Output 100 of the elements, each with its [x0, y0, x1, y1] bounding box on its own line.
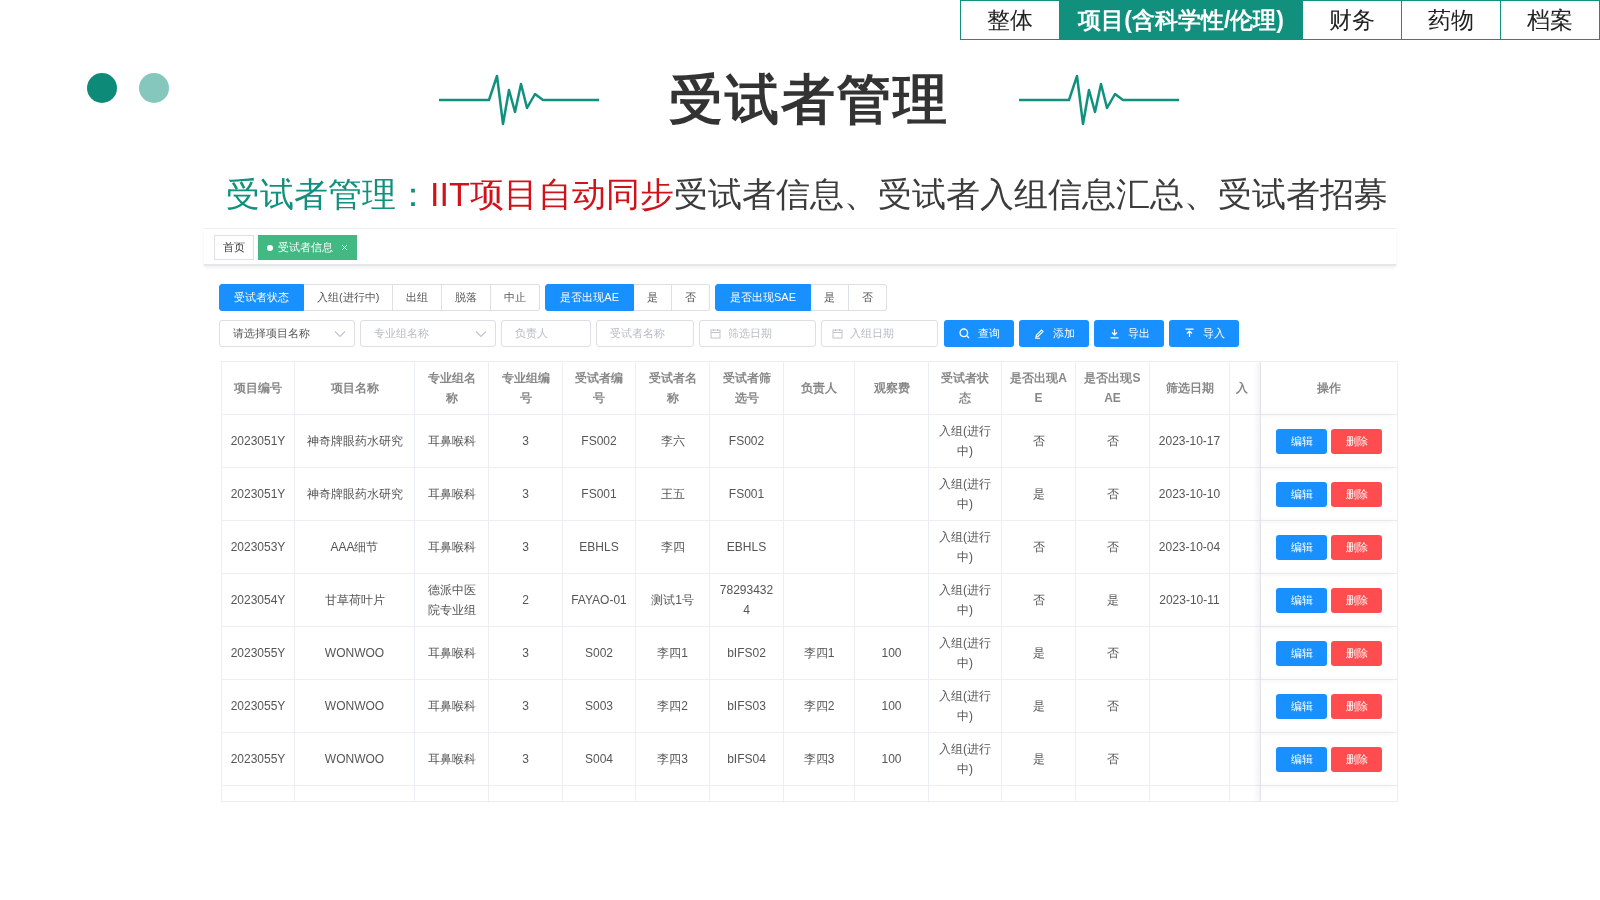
table-cell: FS002	[710, 415, 784, 468]
filter-label[interactable]: 是否出现AE	[545, 284, 634, 311]
select-field[interactable]: 请选择项目名称	[219, 320, 355, 347]
delete-button[interactable]: 删除	[1331, 481, 1382, 507]
table-cell: 德派中医院专业组	[415, 574, 489, 627]
nav-tab[interactable]: 档案	[1501, 0, 1600, 40]
table-cell: FS001	[563, 468, 636, 521]
column-header: 项目编号	[222, 362, 295, 415]
table-cell: WONWOO	[295, 627, 415, 680]
table-cell: 入组(进行中)	[929, 733, 1002, 786]
table-cell: 否	[1076, 733, 1150, 786]
table-cell: 2023-10-04	[1150, 521, 1230, 574]
search-icon	[958, 328, 970, 339]
filter-option[interactable]: 入组(进行中)	[304, 284, 394, 311]
table-cell: 3	[489, 415, 563, 468]
filter-option[interactable]: 否	[672, 284, 710, 311]
table-cell: bIFS03	[710, 680, 784, 733]
nav-tab[interactable]: 药物	[1402, 0, 1501, 40]
filter-label[interactable]: 是否出现SAE	[715, 284, 812, 311]
table-cell: 甘草荷叶片	[295, 574, 415, 627]
edit-button[interactable]: 编辑	[1276, 746, 1327, 772]
page-tab[interactable]: 首页	[214, 235, 254, 260]
chevron-down-icon	[475, 329, 487, 338]
table-cell: 耳鼻喉科	[415, 733, 489, 786]
filter-label[interactable]: 受试者状态	[219, 284, 304, 311]
filter-option[interactable]: 出组	[393, 284, 443, 311]
table-cell: FAYAO-01	[563, 574, 636, 627]
filter-option[interactable]: 否	[849, 284, 888, 311]
filter-option[interactable]: 是	[811, 284, 850, 311]
table-cell: 否	[1076, 680, 1150, 733]
table-cell: 是	[1076, 574, 1150, 627]
add-button[interactable]: 添加	[1019, 320, 1089, 347]
edit-button[interactable]: 编辑	[1276, 587, 1327, 613]
table-cell: 入组(进行中)	[929, 468, 1002, 521]
table-cell: 2023051Y	[222, 415, 295, 468]
upload-icon	[1183, 328, 1195, 339]
table-cell: 2023054Y	[222, 574, 295, 627]
table-cell: 入组(进行中)	[929, 415, 1002, 468]
edit-button[interactable]: 编辑	[1276, 534, 1327, 560]
table-cell: 是	[1002, 468, 1076, 521]
select-field[interactable]: 专业组名称	[360, 320, 496, 347]
input-field[interactable]: 负责人	[501, 320, 591, 347]
dot-icon	[87, 73, 117, 103]
import-button[interactable]: 导入	[1169, 320, 1239, 347]
table-cell: 测试1号	[636, 574, 710, 627]
slide-title: 受试者管理	[669, 67, 949, 131]
delete-button[interactable]: 删除	[1331, 428, 1382, 454]
delete-button[interactable]: 删除	[1331, 746, 1382, 772]
table-cell: WONWOO	[295, 680, 415, 733]
date-field[interactable]: 筛选日期	[699, 320, 816, 347]
table-cell: 100	[855, 733, 929, 786]
column-header: 操作	[1261, 362, 1398, 415]
column-header: 是否出现SAE	[1076, 362, 1150, 415]
table-cell: 耳鼻喉科	[415, 415, 489, 468]
filter-option[interactable]: 是	[634, 284, 672, 311]
delete-button[interactable]: 删除	[1331, 534, 1382, 560]
table-cell: 是	[1002, 627, 1076, 680]
nav-tab[interactable]: 财务	[1303, 0, 1402, 40]
column-header: 入	[1230, 362, 1261, 415]
delete-button[interactable]: 删除	[1331, 587, 1382, 613]
input-field[interactable]: 受试者名称	[596, 320, 694, 347]
table-cell: EBHLS	[710, 521, 784, 574]
delete-button[interactable]: 删除	[1331, 640, 1382, 666]
table-cell: 2023-10-17	[1150, 415, 1230, 468]
date-field[interactable]: 入组日期	[821, 320, 938, 347]
pencil-icon	[1033, 328, 1045, 339]
nav-tab[interactable]: 整体	[960, 0, 1061, 40]
edit-button[interactable]: 编辑	[1276, 481, 1327, 507]
edit-button[interactable]: 编辑	[1276, 428, 1327, 454]
table-cell: S003	[563, 680, 636, 733]
chevron-down-icon	[334, 329, 346, 338]
export-button[interactable]: 导出	[1094, 320, 1164, 347]
filter-option[interactable]: 中止	[491, 284, 541, 311]
table-cell: 李六	[636, 415, 710, 468]
search-button[interactable]: 查询	[944, 320, 1014, 347]
page-tab[interactable]: 受试者信息	[258, 235, 357, 260]
table-cell: S002	[563, 627, 636, 680]
table-cell: 李四3	[784, 733, 855, 786]
table-cell: 是	[1002, 680, 1076, 733]
table-cell: 2023055Y	[222, 733, 295, 786]
filter-option[interactable]: 脱落	[442, 284, 492, 311]
table-cell: 3	[489, 680, 563, 733]
close-icon[interactable]	[341, 244, 348, 251]
table-cell: 3	[489, 627, 563, 680]
table-cell: 神奇牌眼药水研究	[295, 415, 415, 468]
table-cell: 3	[489, 733, 563, 786]
column-header: 专业组名称	[415, 362, 489, 415]
slide-subtitle: 受试者管理：IIT项目自动同步受试者信息、受试者入组信息汇总、受试者招募	[226, 174, 1389, 215]
table-cell: WONWOO	[295, 733, 415, 786]
nav-tab[interactable]: 项目(含科学性/伦理)	[1060, 0, 1303, 40]
delete-button[interactable]: 删除	[1331, 693, 1382, 719]
table-cell: 李四3	[636, 733, 710, 786]
table-cell: 入组(进行中)	[929, 680, 1002, 733]
edit-button[interactable]: 编辑	[1276, 693, 1327, 719]
table-cell: 2023-10-10	[1150, 468, 1230, 521]
table-cell: 李四1	[636, 627, 710, 680]
table-cell: 入组(进行中)	[929, 521, 1002, 574]
column-header: 受试者状态	[929, 362, 1002, 415]
table-cell	[1230, 786, 1261, 802]
edit-button[interactable]: 编辑	[1276, 640, 1327, 666]
